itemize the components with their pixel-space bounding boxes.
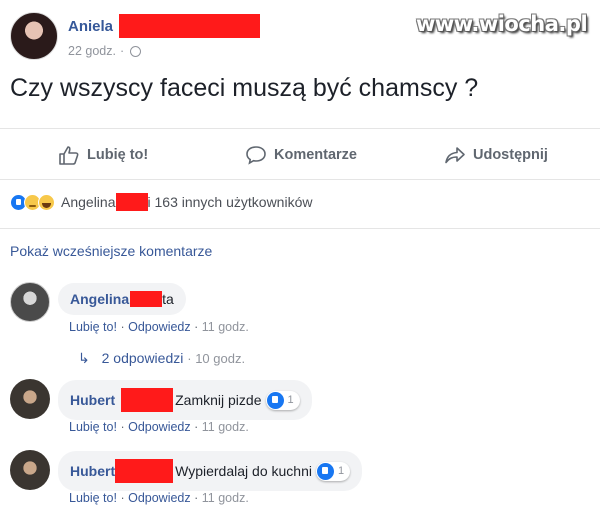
- comment-reply-link[interactable]: Odpowiedz: [128, 491, 191, 505]
- comment-time[interactable]: 11 godz.: [202, 491, 249, 505]
- comment-actions: Lubię to! · Odpowiedz · 11 godz.: [69, 320, 249, 334]
- comment-text: Wypierdalaj do kuchni: [175, 463, 312, 479]
- author-name[interactable]: Aniela: [68, 18, 113, 35]
- comment-text: ta: [162, 291, 174, 307]
- share-label: Udostępnij: [473, 147, 548, 163]
- reactions-count-text[interactable]: i 163 innych użytkowników: [148, 194, 313, 210]
- post-header: Aniela 22 godz. ·: [10, 12, 261, 60]
- reply-arrow-icon: ↳: [78, 350, 90, 366]
- comment-actions: Lubię to! · Odpowiedz · 11 godz.: [69, 420, 249, 434]
- commenter-avatar[interactable]: [10, 282, 50, 322]
- comment-time[interactable]: 11 godz.: [202, 320, 249, 334]
- separator-dot: ·: [119, 44, 125, 58]
- comment-icon: [246, 146, 266, 165]
- like-icon: [316, 462, 334, 480]
- comment-bubble: Hubert Zamknij pizde 1: [58, 380, 312, 420]
- comment-button[interactable]: Komentarze: [245, 145, 357, 165]
- divider: [0, 228, 600, 229]
- reaction-count: 1: [337, 465, 345, 477]
- redaction-box: [130, 291, 163, 307]
- reactions-summary[interactable]: Angelina i 163 innych użytkowników: [10, 193, 312, 211]
- comment-actions: Lubię to! · Odpowiedz · 11 godz.: [69, 491, 249, 505]
- post-meta: Aniela 22 godz. ·: [68, 14, 261, 60]
- like-button[interactable]: Lubię to!: [58, 145, 148, 165]
- globe-icon: [130, 45, 142, 57]
- redaction-box: [115, 459, 174, 483]
- redaction-box: [115, 193, 148, 211]
- comment-bubble: Angelina ta: [58, 283, 186, 315]
- replies-time: 10 godz.: [195, 351, 246, 366]
- redaction-box: [119, 14, 261, 38]
- commenter-avatar[interactable]: [10, 450, 50, 490]
- comment-reply-link[interactable]: Odpowiedz: [128, 420, 191, 434]
- comment-reaction-badge[interactable]: 1: [315, 461, 351, 481]
- post-text: Czy wszyscy faceci muszą być chamscy ?: [10, 74, 479, 102]
- commenter-avatar[interactable]: [10, 379, 50, 419]
- show-previous-comments-link[interactable]: Pokaż wcześniejsze komentarze: [10, 243, 212, 259]
- comment-time[interactable]: 11 godz.: [202, 420, 249, 434]
- reaction-count: 1: [287, 394, 294, 406]
- post-time[interactable]: 22 godz.: [68, 44, 116, 58]
- author-avatar[interactable]: [10, 12, 58, 60]
- redaction-box: [121, 388, 174, 412]
- comment-reply-link[interactable]: Odpowiedz: [128, 320, 191, 334]
- replies-link[interactable]: ↳ 2 odpowiedzi · 10 godz.: [78, 350, 245, 367]
- comment-like-link[interactable]: Lubię to!: [69, 320, 117, 334]
- comment-text: Zamknij pizde: [175, 392, 262, 408]
- comment-label: Komentarze: [274, 147, 357, 163]
- like-icon: [266, 391, 284, 409]
- commenter-name[interactable]: Angelina: [70, 291, 129, 307]
- replies-count[interactable]: 2 odpowiedzi: [102, 350, 184, 366]
- commenter-name[interactable]: Hubert: [70, 463, 115, 479]
- watermark: www.wiocha.pl: [416, 12, 588, 36]
- comment-reaction-badge[interactable]: 1: [265, 390, 300, 410]
- commenter-name[interactable]: Hubert: [70, 392, 115, 408]
- like-label: Lubię to!: [87, 147, 149, 163]
- haha-icon: [38, 193, 55, 211]
- thumbs-up-icon: [59, 146, 79, 165]
- comment-bubble: Hubert Wypierdalaj do kuchni 1: [58, 451, 363, 491]
- comment-like-link[interactable]: Lubię to!: [69, 491, 117, 505]
- post-actions-bar: Lubię to! Komentarze Udostępnij: [0, 128, 600, 180]
- share-button[interactable]: Udostępnij: [444, 145, 548, 165]
- comment-like-link[interactable]: Lubię to!: [69, 420, 117, 434]
- reactor-name[interactable]: Angelina: [61, 194, 116, 210]
- share-icon: [445, 147, 465, 164]
